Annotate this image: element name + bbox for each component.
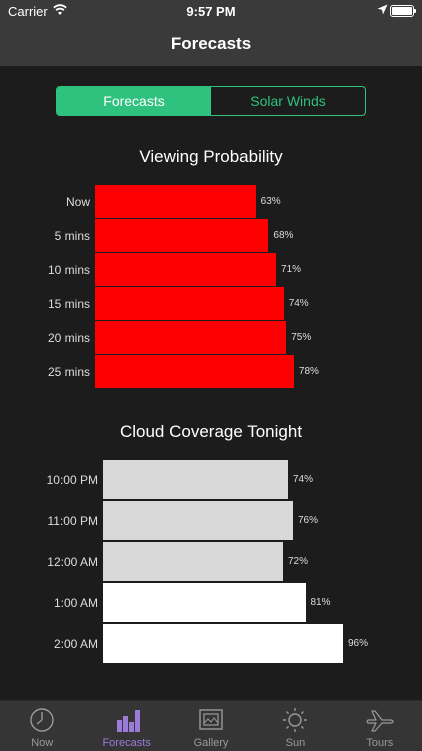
tab-label: Now (31, 737, 54, 749)
segmented-control: Forecasts Solar Winds (56, 86, 366, 116)
cloud-coverage-chart: 10:00 PM 74% 11:00 PM 76% 12:00 AM 72% 1:00 AM… (0, 460, 422, 665)
sun-icon (280, 707, 310, 733)
bar-value-label: 74% (288, 297, 309, 309)
bar-value-label: 74% (293, 473, 314, 485)
location-arrow-icon (377, 3, 388, 18)
bar-value-label: 78% (298, 365, 319, 377)
bar-value-label: 81% (310, 596, 331, 608)
bar-value-label: 71% (281, 263, 302, 275)
bar-label: Now (65, 194, 90, 209)
tab-now[interactable]: Now (0, 701, 84, 751)
bar (95, 355, 294, 388)
bar (103, 501, 293, 540)
segment-solar-winds[interactable]: Solar Winds (211, 87, 365, 115)
segment-forecasts[interactable]: Forecasts (57, 87, 211, 115)
bar-row: 10 mins 71% (0, 253, 422, 286)
viewing-probability-chart: Now 63% 5 mins 68% 10 mins 71% 15 mins 74% 20 mi… (0, 185, 422, 389)
bar (103, 624, 343, 663)
tab-sun[interactable]: Sun (253, 701, 337, 751)
bar-row: 11:00 PM 76% (0, 501, 422, 540)
bar-value-label: 63% (260, 195, 281, 207)
bar-label: 5 mins (54, 228, 90, 243)
bar-value-label: 68% (273, 229, 294, 241)
clock-time: 9:57 PM (186, 4, 236, 19)
bar-label: 11:00 PM (47, 513, 98, 528)
bar-value-label: 75% (291, 331, 312, 343)
tab-label: Tours (366, 737, 394, 749)
bar (95, 253, 277, 286)
airplane-icon (365, 707, 395, 733)
bar (95, 219, 269, 252)
tab-gallery[interactable]: Gallery (169, 701, 253, 751)
bar-row: 1:00 AM 81% (0, 583, 422, 622)
bar-value-label: 96% (348, 637, 369, 649)
status-bar: Carrier 9:57 PM (0, 0, 422, 22)
bar-label: 10 mins (47, 262, 90, 277)
bar-chart-icon (112, 707, 142, 733)
viewing-probability-title: Viewing Probability (139, 147, 283, 166)
bar-value-label: 72% (288, 555, 309, 567)
bar (95, 287, 284, 320)
tab-label: Forecasts (102, 737, 151, 749)
bar-row: 5 mins 68% (0, 219, 422, 252)
tab-forecasts[interactable]: Forecasts (84, 701, 168, 751)
bar-label: 10:00 PM (46, 472, 98, 487)
bar-label: 20 mins (47, 330, 90, 345)
bar (103, 542, 283, 581)
navigation-bar: Forecasts (0, 22, 422, 66)
tab-label: Sun (285, 737, 306, 749)
bar-row: 12:00 AM 72% (0, 542, 422, 581)
bar (103, 460, 288, 499)
bar-label: 1:00 AM (53, 595, 98, 610)
bar-row: 2:00 AM 96% (0, 624, 422, 663)
bar-row: 20 mins 75% (0, 321, 422, 354)
bar-label: 15 mins (47, 296, 90, 311)
bar (95, 321, 287, 354)
bar-row: 25 mins 78% (0, 355, 422, 388)
bar (103, 583, 306, 622)
bar-label: 25 mins (47, 364, 90, 379)
bar-value-label: 76% (298, 514, 319, 526)
tab-tours[interactable]: Tours (338, 701, 422, 751)
bar-row: 15 mins 74% (0, 287, 422, 320)
bar-row: Now 63% (0, 185, 422, 218)
cloud-coverage-title: Cloud Coverage Tonight (119, 422, 303, 441)
bar-row: 10:00 PM 74% (0, 460, 422, 499)
bar-label: 2:00 AM (53, 636, 98, 651)
tab-bar: Now Forecasts Gallery Sun Tours (0, 700, 422, 751)
gallery-icon (196, 707, 226, 733)
tab-label: Gallery (193, 737, 229, 749)
clock-icon (27, 707, 57, 733)
bar (95, 185, 256, 218)
page-title: Forecasts (170, 34, 252, 53)
bar-label: 12:00 AM (47, 554, 98, 569)
battery-icon (390, 5, 416, 17)
